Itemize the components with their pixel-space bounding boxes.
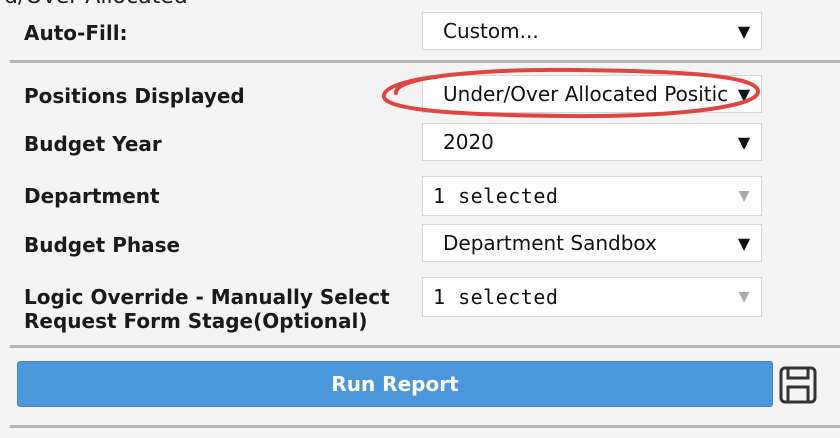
department-multiselect[interactable]: 1 selected ▼ [422,176,762,216]
chevron-down-icon: ▼ [737,84,751,104]
logic-override-value: 1 selected [433,285,559,309]
chevron-down-icon: ▼ [737,21,751,41]
chevron-down-icon: ▼ [738,289,750,305]
department-value: 1 selected [433,184,559,208]
positions-displayed-value: Under/Over Allocated Positic [443,82,727,106]
logic-override-label-line1: Logic Override - Manually Select [24,285,390,309]
section-divider [10,60,840,63]
auto-fill-label: Auto-Fill: [24,21,128,45]
bottom-divider [10,425,840,428]
save-icon[interactable] [778,365,818,405]
run-report-button[interactable]: Run Report [17,361,773,407]
positions-displayed-select[interactable]: Under/Over Allocated Positic ▼ [422,75,762,113]
auto-fill-value: Custom... [443,19,539,43]
budget-year-select[interactable]: 2020 ▼ [422,123,762,161]
budget-phase-label: Budget Phase [24,233,181,257]
chevron-down-icon: ▼ [738,188,750,204]
budget-phase-value: Department Sandbox [443,231,657,255]
auto-fill-select[interactable]: Custom... ▼ [422,12,762,50]
budget-year-value: 2020 [443,130,494,154]
chevron-down-icon: ▼ [737,233,751,253]
budget-year-label: Budget Year [24,132,162,156]
section-divider [10,345,840,348]
logic-override-multiselect[interactable]: 1 selected ▼ [422,277,762,317]
chevron-down-icon: ▼ [737,132,751,152]
budget-phase-select[interactable]: Department Sandbox ▼ [422,224,762,262]
logic-override-label: Logic Override - Manually Select Request… [24,285,390,333]
positions-displayed-label: Positions Displayed [24,84,245,108]
clipped-heading-text: d/Over Allocated [0,0,840,12]
logic-override-label-line2: Request Form Stage(Optional) [24,309,368,333]
department-label: Department [24,184,160,208]
